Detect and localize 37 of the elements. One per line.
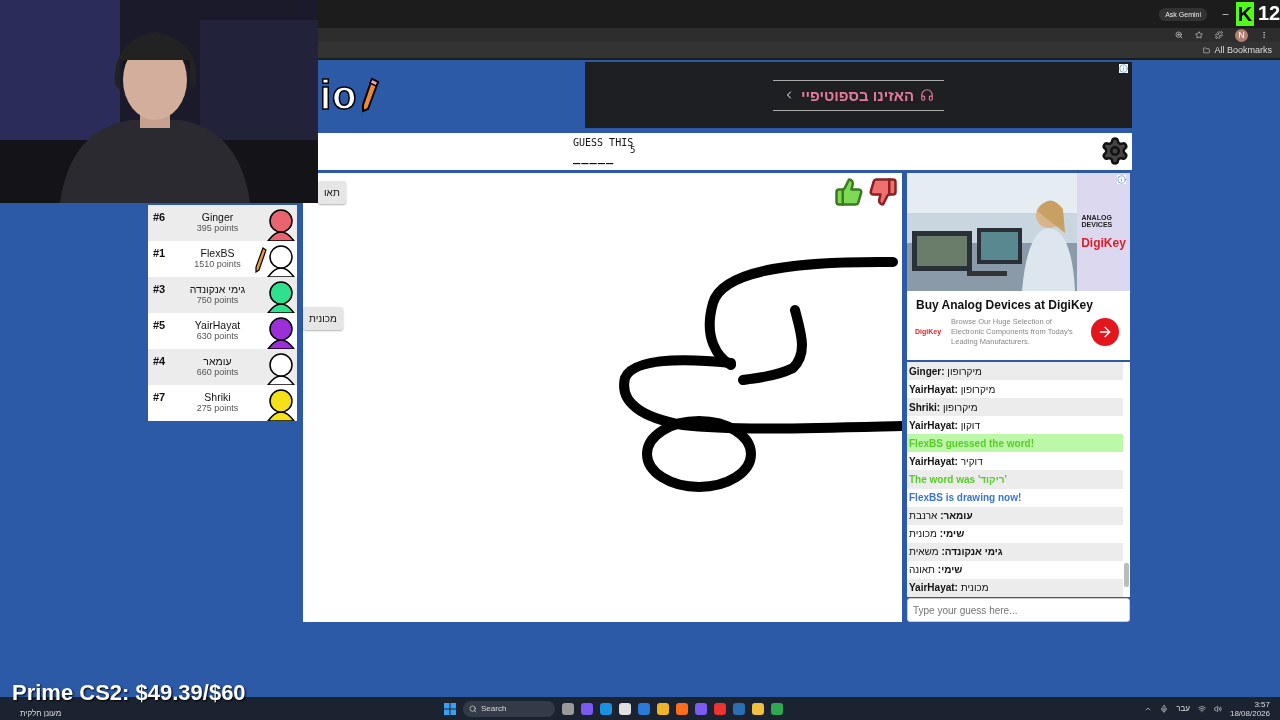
player-points: 750 points bbox=[196, 295, 239, 305]
brand-logo: DigiKey bbox=[1081, 236, 1126, 250]
player-rank: #3 bbox=[152, 282, 167, 295]
player-name: עומאר bbox=[203, 355, 232, 367]
clock-time[interactable]: 3:57 bbox=[1254, 699, 1270, 709]
player-name: Ginger bbox=[201, 211, 234, 223]
player-points: 275 points bbox=[196, 403, 239, 413]
ad-title[interactable]: Buy Analog Devices at DigiKey bbox=[907, 291, 1130, 312]
clock-date[interactable]: 18/08/2026 bbox=[1229, 708, 1270, 718]
guess-bubble: תאו bbox=[318, 181, 346, 204]
player-name: FlexBS bbox=[200, 247, 235, 259]
guess-input[interactable]: Type your guess here... bbox=[907, 598, 1130, 622]
player-name: גימי אנקונדה bbox=[189, 283, 246, 295]
viewer-count: 12 bbox=[1258, 2, 1280, 25]
spotify-link[interactable]: האזינו בספוטיפיי bbox=[772, 79, 945, 111]
channel-badge: K bbox=[1236, 2, 1254, 26]
language-indicator[interactable]: עבר bbox=[1176, 704, 1190, 713]
player-points: 395 points bbox=[196, 223, 239, 233]
letter-count: 5 bbox=[630, 145, 636, 155]
player-rank: #4 bbox=[152, 354, 167, 367]
weather-text[interactable]: מעונן חלקית bbox=[20, 709, 62, 718]
chat-message: FlexBS guessed the word! bbox=[907, 434, 1123, 453]
word-hint: _____ bbox=[573, 150, 616, 164]
player-points: 630 points bbox=[196, 331, 239, 341]
chat-message: The word was 'ריקוד' bbox=[907, 470, 1123, 489]
guess-bubble: מכונית bbox=[303, 307, 343, 330]
game-logo: io bbox=[320, 72, 358, 118]
player-rank: #6 bbox=[152, 210, 167, 223]
player-name: YairHayat bbox=[194, 319, 241, 331]
player-rank: #1 bbox=[152, 246, 167, 259]
bookmarks-link[interactable]: All Bookmarks bbox=[1214, 45, 1272, 55]
player-name: Shriki bbox=[204, 391, 231, 403]
player-points: 660 points bbox=[196, 367, 239, 377]
search-field[interactable]: Search bbox=[463, 700, 555, 717]
player-points: 1510 points bbox=[194, 259, 241, 269]
player-rank: #7 bbox=[152, 390, 167, 403]
player-rank: #5 bbox=[152, 318, 167, 331]
